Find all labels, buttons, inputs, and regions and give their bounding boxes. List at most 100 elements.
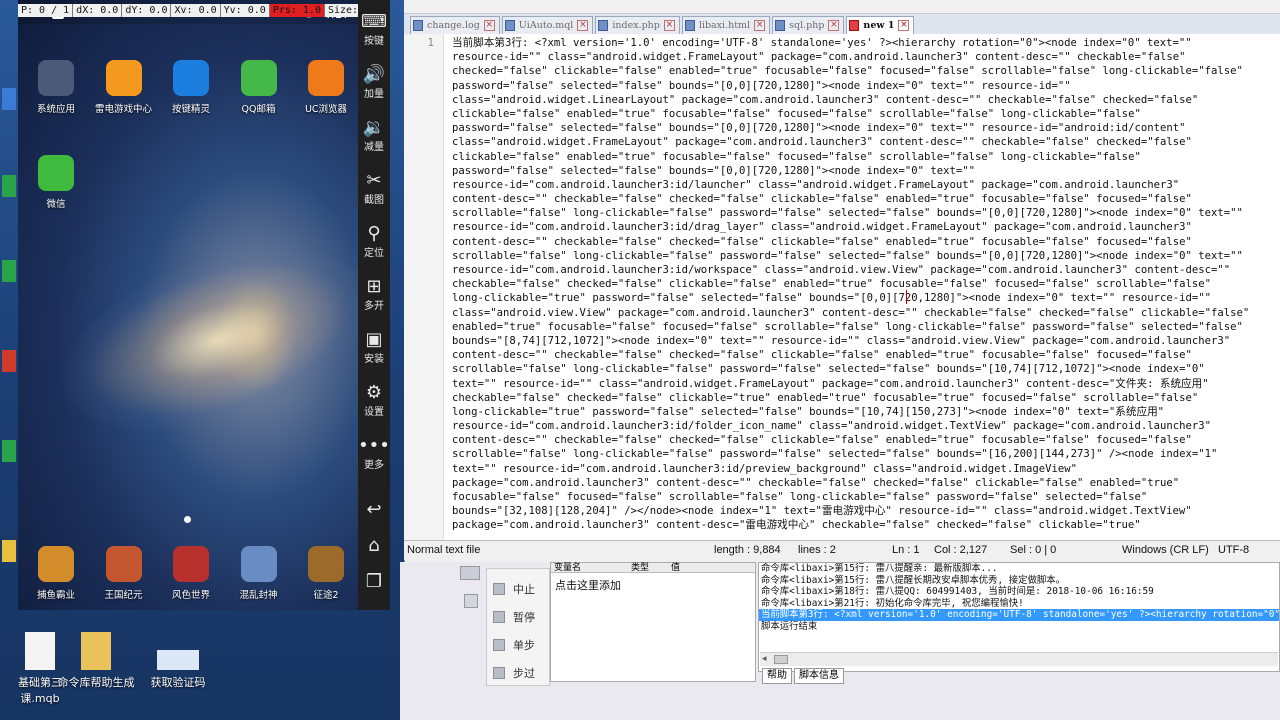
code-line[interactable]: class="android.widget.FrameLayout" packa…	[452, 135, 1280, 149]
log-line[interactable]: 命令库<libaxi>第21行: 初始化命令库完毕, 祝您编程愉快!	[759, 598, 1279, 610]
code-line[interactable]: content-desc="" checkable="false" checke…	[452, 235, 1280, 249]
panel-tool-icon[interactable]	[464, 594, 478, 608]
editor-tab[interactable]: index.php ×	[595, 16, 680, 34]
app-icon-robot-icon[interactable]: 按键精灵	[161, 60, 221, 120]
code-line[interactable]: content-desc="" checkable="false" checke…	[452, 192, 1280, 206]
code-line[interactable]: clickable="false" enabled="true" focusab…	[452, 107, 1280, 121]
app-icon-game[interactable]: 风色世界	[161, 546, 221, 606]
desktop-icon[interactable]: 命令库帮助生成	[56, 632, 136, 690]
app-icon-uc-icon[interactable]: UC浏览器	[296, 60, 356, 120]
game-icon	[240, 546, 277, 582]
app-icon-game[interactable]: 征途2	[296, 546, 356, 606]
close-icon[interactable]: ×	[483, 20, 495, 31]
panel-tool-icon[interactable]	[460, 566, 480, 580]
code-line[interactable]: password="false" selected="false" bounds…	[452, 79, 1280, 93]
desktop-shortcut-icon[interactable]	[2, 88, 16, 110]
toolbar-apk[interactable]: ▣ 安装	[358, 330, 390, 366]
code-line[interactable]: enabled="true" focusable="false" focused…	[452, 320, 1280, 334]
home-button[interactable]: ⌂	[358, 536, 390, 556]
code-line[interactable]: resource-id="com.android.launcher3:id/wo…	[452, 263, 1280, 277]
app-icon-bag-icon[interactable]: 雷电游戏中心	[94, 60, 154, 120]
editor-tab[interactable]: change.log ×	[410, 16, 500, 34]
debug-button[interactable]: 暂停	[493, 609, 535, 625]
code-line[interactable]: long-clickable="true" password="false" s…	[452, 291, 1280, 305]
toolbar-gear[interactable]: ⚙ 设置	[358, 383, 390, 419]
code-line[interactable]: resource-id="" class="android.widget.Fra…	[452, 50, 1280, 64]
variable-grid[interactable]: 变量名 类型 值 点击这里添加	[550, 562, 756, 682]
close-icon[interactable]: ×	[898, 20, 910, 31]
app-icon-game[interactable]: 王国纪元	[94, 546, 154, 606]
close-icon[interactable]: ×	[663, 20, 675, 31]
toolbar-volume-up[interactable]: 🔊 加量	[358, 65, 390, 101]
code-line[interactable]: content-desc="" checkable="false" checke…	[452, 433, 1280, 447]
back-button[interactable]: ↩	[358, 500, 390, 520]
code-line[interactable]: resource-id="com.android.launcher3:id/fo…	[452, 419, 1280, 433]
app-icon-game[interactable]: 混乱封神	[229, 546, 289, 606]
code-line[interactable]: package="com.android.launcher3" content-…	[452, 476, 1280, 490]
code-line[interactable]: scrollable="false" long-clickable="false…	[452, 447, 1280, 461]
panel-tab[interactable]: 脚本信息	[794, 668, 844, 684]
code-line[interactable]: content-desc="" checkable="false" checke…	[452, 348, 1280, 362]
editor-code[interactable]: 当前脚本第3行: <?xml version='1.0' encoding='U…	[452, 36, 1280, 536]
toolbar-keyboard[interactable]: ⌨ 按键	[358, 12, 390, 48]
app-icon-game[interactable]: 捕鱼霸业	[26, 546, 86, 606]
add-variable-hint[interactable]: 点击这里添加	[555, 577, 621, 593]
code-line[interactable]: resource-id="com.android.launcher3:id/la…	[452, 178, 1280, 192]
debug-button[interactable]: 步过	[493, 665, 535, 681]
log-line[interactable]: 当前脚本第3行: <?xml version='1.0' encoding='U…	[759, 609, 1279, 621]
editor-tab[interactable]: libaxi.html ×	[681, 16, 771, 34]
debug-button[interactable]: 中止	[493, 581, 535, 597]
code-line[interactable]: package="com.android.launcher3" content-…	[452, 518, 1280, 532]
code-line[interactable]: text="" resource-id="" class="android.wi…	[452, 377, 1280, 391]
app-icon-android-icon[interactable]: QQ邮箱	[229, 60, 289, 120]
code-line[interactable]: resource-id="com.android.launcher3:id/dr…	[452, 220, 1280, 234]
code-line[interactable]: checkable="false" checked="false" clicka…	[452, 391, 1280, 405]
close-icon[interactable]: ×	[754, 20, 766, 31]
editor-tab[interactable]: sql.php ×	[772, 16, 845, 34]
desktop-shortcut-icon[interactable]	[2, 440, 16, 462]
toolbar-more[interactable]: ••• 更多	[358, 436, 390, 472]
desktop-icon[interactable]: 获取验证码	[138, 632, 218, 690]
code-line[interactable]: scrollable="false" long-clickable="false…	[452, 206, 1280, 220]
editor-tab[interactable]: UiAuto.mql ×	[501, 16, 594, 34]
scroll-left-icon[interactable]: ◂	[762, 654, 767, 664]
horizontal-scrollbar[interactable]: ◂	[760, 652, 1278, 666]
code-line[interactable]: checked="false" clickable="false" enable…	[452, 64, 1280, 78]
app-icon-folder-icon[interactable]: 系统应用	[26, 60, 86, 120]
code-line[interactable]: long-clickable="true" password="false" s…	[452, 405, 1280, 419]
scrollbar-thumb[interactable]	[774, 655, 788, 664]
desktop-shortcut-icon[interactable]	[2, 540, 16, 562]
code-line[interactable]: clickable="false" enabled="true" focusab…	[452, 150, 1280, 164]
log-line[interactable]: 命令库<libaxi>第15行: 雷八提醒亲: 最新版脚本...	[759, 563, 1279, 575]
desktop-shortcut-icon[interactable]	[2, 175, 16, 197]
panel-tab[interactable]: 帮助	[762, 668, 792, 684]
close-icon[interactable]: ×	[828, 20, 840, 31]
debug-button[interactable]: 单步	[493, 637, 535, 653]
code-line[interactable]: password="false" selected="false" bounds…	[452, 121, 1280, 135]
toolbar-volume-down[interactable]: 🔉 减量	[358, 118, 390, 154]
code-line[interactable]: class="android.widget.LinearLayout" pack…	[452, 93, 1280, 107]
app-icon-wechat-icon[interactable]: 微信	[26, 155, 86, 215]
code-line[interactable]: scrollable="false" long-clickable="false…	[452, 362, 1280, 376]
code-line[interactable]: text="" resource-id="com.android.launche…	[452, 462, 1280, 476]
code-line[interactable]: scrollable="false" long-clickable="false…	[452, 249, 1280, 263]
code-line[interactable]: focusable="false" focused="false" scroll…	[452, 490, 1280, 504]
desktop-shortcut-icon[interactable]	[2, 350, 16, 372]
toolbar-scissors[interactable]: ✂ 截图	[358, 171, 390, 207]
code-line[interactable]: bounds="[8,74][712,1072]"><node index="0…	[452, 334, 1280, 348]
code-line[interactable]: checkable="false" checked="false" clicka…	[452, 277, 1280, 291]
code-line[interactable]: 当前脚本第3行: <?xml version='1.0' encoding='U…	[452, 36, 1280, 50]
code-line[interactable]: password="false" selected="false" bounds…	[452, 164, 1280, 178]
toolbar-multi-open[interactable]: ⊞ 多开	[358, 277, 390, 313]
code-line[interactable]: bounds="[32,108][128,204]" /></node><nod…	[452, 504, 1280, 518]
pointer-debug-bar: P: 0 / 1 dX: 0.0 dY: 0.0 Xv: 0.0 Yv: 0.0 Prs:…	[18, 4, 387, 17]
close-icon[interactable]: ×	[577, 20, 589, 31]
log-line[interactable]: 命令库<libaxi>第18行: 雷八提QQ: 604991403, 当前时间是…	[759, 586, 1279, 598]
recents-button[interactable]: ❐	[358, 572, 390, 592]
editor-tab[interactable]: new 1 ×	[846, 16, 915, 34]
toolbar-location[interactable]: ⚲ 定位	[358, 224, 390, 260]
log-line[interactable]: 命令库<libaxi>第15行: 雷八提醒长期改安卓脚本优秀, 接定做脚本。	[759, 575, 1279, 587]
code-line[interactable]: class="android.view.View" package="com.a…	[452, 306, 1280, 320]
desktop-shortcut-icon[interactable]	[2, 260, 16, 282]
log-line[interactable]: 脚本运行结束	[759, 621, 1279, 633]
